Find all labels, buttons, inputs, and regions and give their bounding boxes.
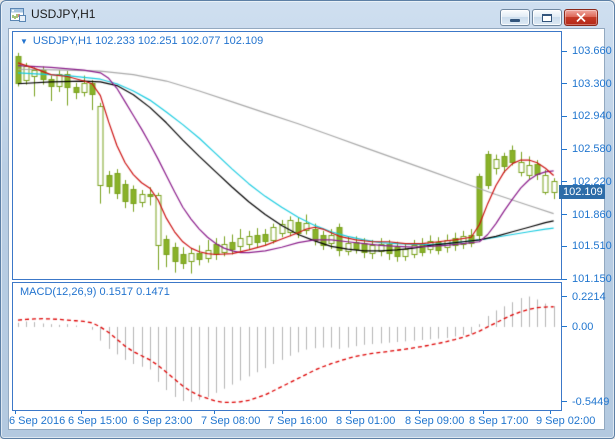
price-axis[interactable]: 103.660 103.300 102.940 102.580 102.220 101.8…	[562, 29, 612, 411]
price-axis-label: 101.150	[572, 273, 612, 285]
time-axis-label: 8 Sep 17:00	[469, 415, 529, 427]
price-axis-tick	[562, 115, 567, 117]
time-axis-tick	[419, 411, 420, 414]
window-title: USDJPY,H1	[31, 7, 96, 21]
time-axis-label: 9 Sep 02:00	[536, 415, 596, 427]
time-axis-tick	[15, 411, 16, 414]
price-axis-label: 102.580	[572, 143, 612, 156]
price-axis-tick	[562, 278, 567, 280]
time-axis-label: 7 Sep 08:00	[201, 415, 261, 427]
main-chart-plot[interactable]	[13, 32, 561, 279]
ohlc-readout: USDJPY,H1 102.233 102.251 102.077 102.10…	[32, 35, 264, 47]
maximize-button[interactable]	[532, 9, 562, 26]
price-axis-tick	[562, 148, 567, 150]
chart-client-area: ▼ USDJPY,H1 102.233 102.251 102.077 102.1…	[8, 28, 612, 430]
main-chart-panel: ▼ USDJPY,H1 102.233 102.251 102.077 102.1…	[12, 31, 562, 280]
time-axis-label: 8 Sep 01:00	[336, 415, 396, 427]
minimize-button[interactable]	[500, 9, 530, 26]
price-axis-label: 102.940	[572, 110, 612, 123]
macd-axis-label: 0.00	[572, 320, 594, 333]
macd-axis-label: 0.2214	[572, 290, 606, 303]
macd-axis-tick	[562, 326, 567, 328]
macd-header: MACD(12,26,9) 0.1517 0.1471	[20, 286, 170, 298]
price-axis-tick	[562, 214, 567, 216]
time-axis-tick	[550, 411, 551, 414]
price-axis-label: 103.660	[572, 45, 612, 58]
maximize-icon	[542, 13, 552, 22]
main-chart-header: ▼ USDJPY,H1 102.233 102.251 102.077 102.1…	[20, 35, 263, 47]
macd-axis-tick	[562, 401, 567, 403]
price-axis-tick	[562, 181, 567, 183]
current-price-tag: 102.109	[559, 184, 605, 199]
title-bar[interactable]: USDJPY,H1	[1, 1, 614, 29]
time-axis-tick	[350, 411, 351, 414]
macd-plot[interactable]	[13, 283, 561, 410]
chart-window: USDJPY,H1 ▼ USDJPY,H1 102.233 102.251 102…	[0, 0, 615, 439]
price-axis-label: 101.510	[572, 240, 612, 253]
macd-axis-tick	[562, 296, 567, 298]
time-axis-tick	[282, 411, 283, 414]
time-axis-tick	[483, 411, 484, 414]
price-axis-tick	[562, 83, 567, 85]
minimize-icon	[510, 19, 520, 22]
price-axis-label: 103.300	[572, 77, 612, 90]
close-button[interactable]	[564, 9, 598, 26]
time-axis-label: 8 Sep 09:00	[405, 415, 465, 427]
price-axis-label: 101.860	[572, 208, 612, 221]
time-axis-label: 6 Sep 2016	[9, 415, 66, 427]
chart-window-icon	[10, 7, 26, 23]
macd-axis-label: -0.5449	[572, 395, 610, 408]
price-axis-tick	[562, 245, 567, 247]
symbol-dropdown-icon[interactable]: ▼	[20, 37, 28, 46]
time-axis-label: 7 Sep 16:00	[268, 415, 328, 427]
time-axis[interactable]: 6 Sep 2016 6 Sep 15:00 6 Sep 23:00 7 Sep 08…	[9, 411, 606, 428]
time-axis-tick	[214, 411, 215, 414]
close-icon	[576, 13, 586, 22]
price-axis-tick	[562, 50, 567, 52]
macd-panel: MACD(12,26,9) 0.1517 0.1471	[12, 282, 562, 411]
time-axis-tick	[81, 411, 82, 414]
time-axis-tick	[147, 411, 148, 414]
time-axis-label: 6 Sep 23:00	[133, 415, 193, 427]
time-axis-label: 6 Sep 15:00	[68, 415, 128, 427]
